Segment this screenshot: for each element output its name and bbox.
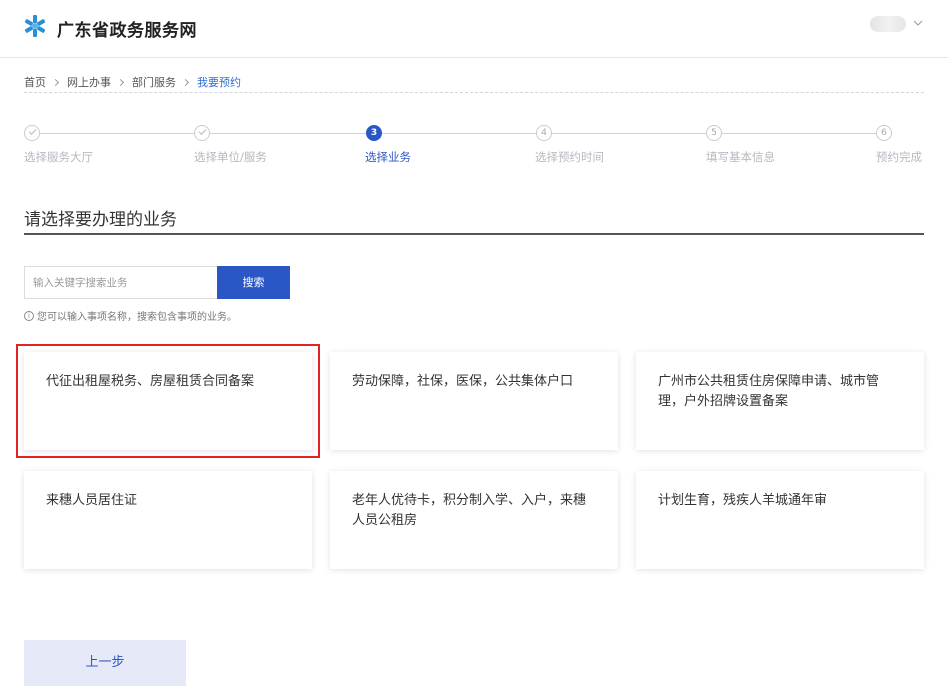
breadcrumb-appointment: 我要预约 bbox=[197, 76, 241, 89]
section-title: 请选择要办理的业务 bbox=[24, 210, 177, 230]
step-connector bbox=[552, 133, 706, 134]
step-5-label: 填写基本信息 bbox=[706, 150, 775, 164]
step-3-label: 选择业务 bbox=[365, 150, 411, 164]
step-connector bbox=[210, 133, 366, 134]
step-2-check-icon bbox=[194, 125, 210, 141]
chevron-right-icon bbox=[181, 78, 190, 86]
previous-step-button[interactable]: 上一步 bbox=[24, 640, 186, 686]
step-4-label: 选择预约时间 bbox=[535, 150, 604, 164]
step-2-label: 选择单位/服务 bbox=[194, 150, 267, 164]
service-card-labor-insurance[interactable]: 劳动保障，社保，医保，公共集体户口 bbox=[330, 352, 618, 450]
chevron-right-icon bbox=[51, 78, 60, 86]
service-card-elderly-card[interactable]: 老年人优待卡，积分制入学、入户，来穗人员公租房 bbox=[330, 471, 618, 569]
progress-steps: 选择服务大厅 选择单位/服务 3 选择业务 4 选择预约时间 5 填写基本信息 … bbox=[24, 120, 924, 170]
step-1-label: 选择服务大厅 bbox=[24, 150, 93, 164]
step-6-marker: 6 bbox=[876, 125, 892, 141]
breadcrumb-home[interactable]: 首页 bbox=[24, 74, 46, 90]
info-icon: i bbox=[24, 310, 34, 321]
search-button[interactable]: 搜索 bbox=[217, 266, 290, 299]
service-card-residence-permit[interactable]: 来穗人员居住证 bbox=[24, 471, 312, 569]
step-4-marker: 4 bbox=[536, 125, 552, 141]
step-connector bbox=[40, 133, 194, 134]
breadcrumb-department-services[interactable]: 部门服务 bbox=[132, 74, 176, 90]
breadcrumb: 首页 网上办事 部门服务 我要预约 bbox=[24, 72, 924, 92]
user-avatar[interactable] bbox=[870, 16, 906, 32]
section-underline bbox=[24, 233, 924, 235]
step-connector bbox=[382, 133, 536, 134]
step-3-marker: 3 bbox=[366, 125, 382, 141]
site-title[interactable]: 广东省政务服务网 bbox=[57, 16, 197, 41]
step-connector bbox=[722, 133, 876, 134]
top-header: 广东省政务服务网 bbox=[0, 0, 948, 58]
search-input[interactable] bbox=[24, 266, 217, 299]
search-hint: i 您可以输入事项名称，搜索包含事项的业务。 bbox=[24, 308, 237, 323]
service-card-public-housing[interactable]: 广州市公共租赁住房保障申请、城市管理，户外招牌设置备案 bbox=[636, 352, 924, 450]
step-5-marker: 5 bbox=[706, 125, 722, 141]
service-card-family-planning[interactable]: 计划生育，残疾人羊城通年审 bbox=[636, 471, 924, 569]
snowflake-logo-icon[interactable] bbox=[23, 14, 47, 38]
search-hint-text: 您可以输入事项名称，搜索包含事项的业务。 bbox=[37, 312, 237, 323]
breadcrumb-online-services[interactable]: 网上办事 bbox=[67, 74, 111, 90]
step-1-check-icon bbox=[24, 125, 40, 141]
chevron-right-icon bbox=[116, 78, 125, 86]
breadcrumb-divider bbox=[24, 92, 924, 93]
service-card-rental-tax[interactable]: 代征出租屋税务、房屋租赁合同备案 bbox=[16, 344, 320, 458]
chevron-down-icon[interactable] bbox=[912, 17, 924, 29]
step-6-label: 预约完成 bbox=[876, 150, 922, 164]
